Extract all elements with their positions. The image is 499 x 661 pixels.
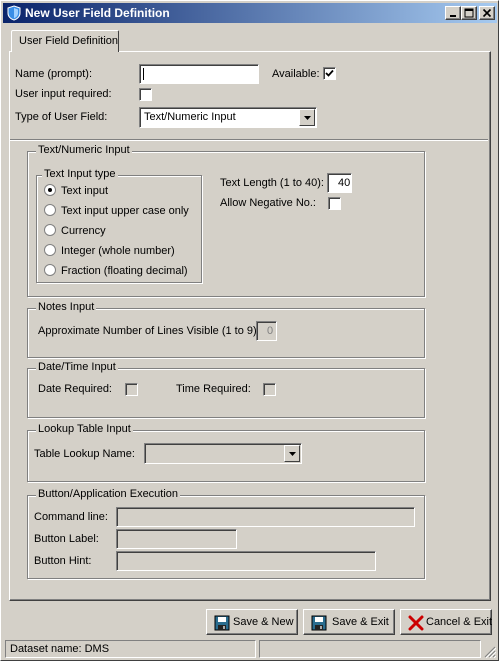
radio-unselected-icon: [44, 204, 56, 216]
command-line-label: Command line:: [34, 511, 108, 523]
radio-label: Integer (whole number): [61, 245, 175, 257]
button-hint-label: Button Hint:: [34, 555, 92, 567]
date-required-checkbox[interactable]: [125, 383, 138, 396]
input-required-label: User input required:: [15, 88, 112, 100]
table-lookup-select[interactable]: [144, 443, 302, 464]
minimize-button[interactable]: [445, 6, 461, 20]
text-length-input[interactable]: 40: [327, 173, 352, 193]
type-select[interactable]: Text/Numeric Input: [139, 107, 317, 128]
close-icon: [482, 8, 492, 18]
type-label: Type of User Field:: [15, 111, 108, 123]
button-hint-input[interactable]: [116, 551, 376, 571]
lines-visible-label: Approximate Number of Lines Visible (1 t…: [38, 325, 260, 337]
floppy-disk-icon: [311, 615, 327, 631]
text-caret: [143, 68, 144, 80]
text-numeric-title: Text/Numeric Input: [36, 144, 132, 156]
type-dropdown-button[interactable]: [299, 109, 315, 126]
radio-label: Text input upper case only: [61, 205, 189, 217]
chevron-down-icon: [304, 116, 311, 120]
radio-label: Text input: [61, 185, 109, 197]
cancel-x-icon: [408, 615, 424, 631]
button-execution-title: Button/Application Execution: [36, 488, 181, 500]
checkmark-icon: [325, 69, 334, 77]
text-input-type-title: Text Input type: [42, 168, 118, 180]
notes-input-title: Notes Input: [36, 301, 97, 313]
radio-label: Fraction (floating decimal): [61, 265, 188, 277]
dialog-window: New User Field Definition User Field Def…: [0, 0, 499, 661]
maximize-icon: [464, 8, 474, 18]
time-required-label: Time Required:: [176, 383, 251, 395]
allow-negative-label: Allow Negative No.:: [220, 197, 316, 209]
app-shield-icon: [6, 5, 22, 21]
table-lookup-dropdown-button[interactable]: [284, 445, 300, 462]
minimize-icon: [450, 15, 456, 17]
title-bar[interactable]: New User Field Definition: [3, 3, 497, 23]
resize-grip-icon[interactable]: [484, 646, 496, 658]
input-required-checkbox[interactable]: [139, 88, 152, 101]
date-required-label: Date Required:: [38, 383, 112, 395]
status-bar: Dataset name: DMS: [3, 639, 497, 659]
date-time-title: Date/Time Input: [36, 361, 118, 373]
button-label-input[interactable]: [116, 529, 237, 549]
window-title: New User Field Definition: [25, 6, 170, 20]
lines-visible-value: 0: [267, 325, 274, 337]
save-exit-label: Save & Exit: [332, 616, 389, 628]
cancel-exit-label: Cancel & Exit: [426, 616, 493, 628]
radio-selected-icon: [44, 184, 56, 196]
tab-label: User Field Definition: [19, 35, 119, 47]
cancel-exit-button[interactable]: Cancel & Exit: [400, 609, 492, 635]
radio-label: Currency: [61, 225, 106, 237]
save-new-button[interactable]: Save & New: [206, 609, 298, 635]
status-panel-dataset: Dataset name: DMS: [5, 640, 256, 658]
maximize-button[interactable]: [461, 6, 477, 20]
close-button[interactable]: [479, 6, 495, 20]
name-input[interactable]: [139, 64, 259, 84]
time-required-checkbox[interactable]: [263, 383, 276, 396]
radio-unselected-icon: [44, 224, 56, 236]
button-label-label: Button Label:: [34, 533, 99, 545]
radio-unselected-icon: [44, 244, 56, 256]
available-checkbox[interactable]: [323, 67, 336, 80]
tab-user-field-definition[interactable]: User Field Definition: [11, 30, 119, 52]
status-panel-empty: [259, 640, 481, 658]
lines-visible-input[interactable]: 0: [256, 321, 277, 341]
radio-unselected-icon: [44, 264, 56, 276]
floppy-disk-icon: [214, 615, 230, 631]
available-label: Available:: [272, 68, 320, 80]
separator: [10, 139, 488, 141]
chevron-down-icon: [289, 452, 296, 456]
table-lookup-label: Table Lookup Name:: [34, 448, 135, 460]
text-length-label: Text Length (1 to 40):: [220, 177, 324, 189]
save-new-label: Save & New: [233, 616, 294, 628]
save-exit-button[interactable]: Save & Exit: [303, 609, 395, 635]
type-select-value: Text/Numeric Input: [144, 111, 236, 123]
text-length-value: 40: [338, 177, 351, 189]
lookup-table-title: Lookup Table Input: [36, 423, 133, 435]
allow-negative-checkbox[interactable]: [328, 197, 341, 210]
dataset-name-text: Dataset name: DMS: [10, 643, 110, 655]
command-line-input[interactable]: [116, 507, 415, 527]
name-label: Name (prompt):: [15, 68, 93, 80]
